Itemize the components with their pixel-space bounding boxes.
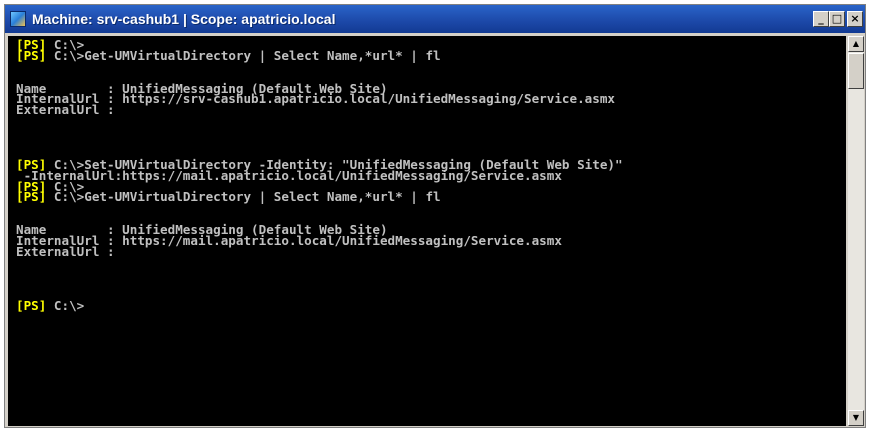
ps-prompt: [PS] [16, 47, 47, 63]
scroll-thumb[interactable] [848, 53, 864, 89]
vertical-scrollbar[interactable]: ▲ ▼ [848, 36, 864, 426]
console-line: -InternalUrl:https://mail.apatricio.loca… [16, 167, 623, 183]
maximize-button[interactable]: □ [829, 11, 845, 27]
console-window: Machine: srv-cashub1 | Scope: apatricio.… [4, 4, 866, 428]
scroll-up-button[interactable]: ▲ [848, 36, 864, 52]
console-line: [PS] C:\>Get-UMVirtualDirectory | Select… [16, 189, 623, 205]
console-text: ExternalUrl : [16, 243, 115, 259]
close-button[interactable]: × [847, 11, 863, 27]
window-title: Machine: srv-cashub1 | Scope: apatricio.… [32, 11, 336, 27]
console-line: [PS] C:\> [16, 298, 623, 314]
console-text: -InternalUrl:https://mail.apatricio.loca… [16, 167, 562, 183]
ps-prompt: [PS] [16, 298, 47, 314]
powershell-app-icon[interactable] [10, 11, 26, 27]
console-text: C:\>Get-UMVirtualDirectory | Select Name… [46, 47, 441, 63]
ps-prompt: [PS] [16, 189, 47, 205]
console-text: C:\> [46, 298, 85, 314]
console-lines: [PS] C:\> [PS] C:\>Get-UMVirtualDirectory… [16, 38, 623, 314]
console-output[interactable]: [PS] C:\> [PS] C:\>Get-UMVirtualDirectory… [8, 36, 846, 426]
minimize-button[interactable]: _ [813, 11, 829, 27]
console-text: C:\>Get-UMVirtualDirectory | Select Name… [46, 189, 441, 205]
console-line: [PS] C:\>Get-UMVirtualDirectory | Select… [16, 47, 623, 63]
title-bar[interactable]: Machine: srv-cashub1 | Scope: apatricio.… [5, 5, 865, 33]
console-line: ExternalUrl : [16, 243, 623, 259]
console-text: ExternalUrl : [16, 102, 115, 118]
console-line: ExternalUrl : [16, 102, 623, 118]
scroll-down-button[interactable]: ▼ [848, 410, 864, 426]
